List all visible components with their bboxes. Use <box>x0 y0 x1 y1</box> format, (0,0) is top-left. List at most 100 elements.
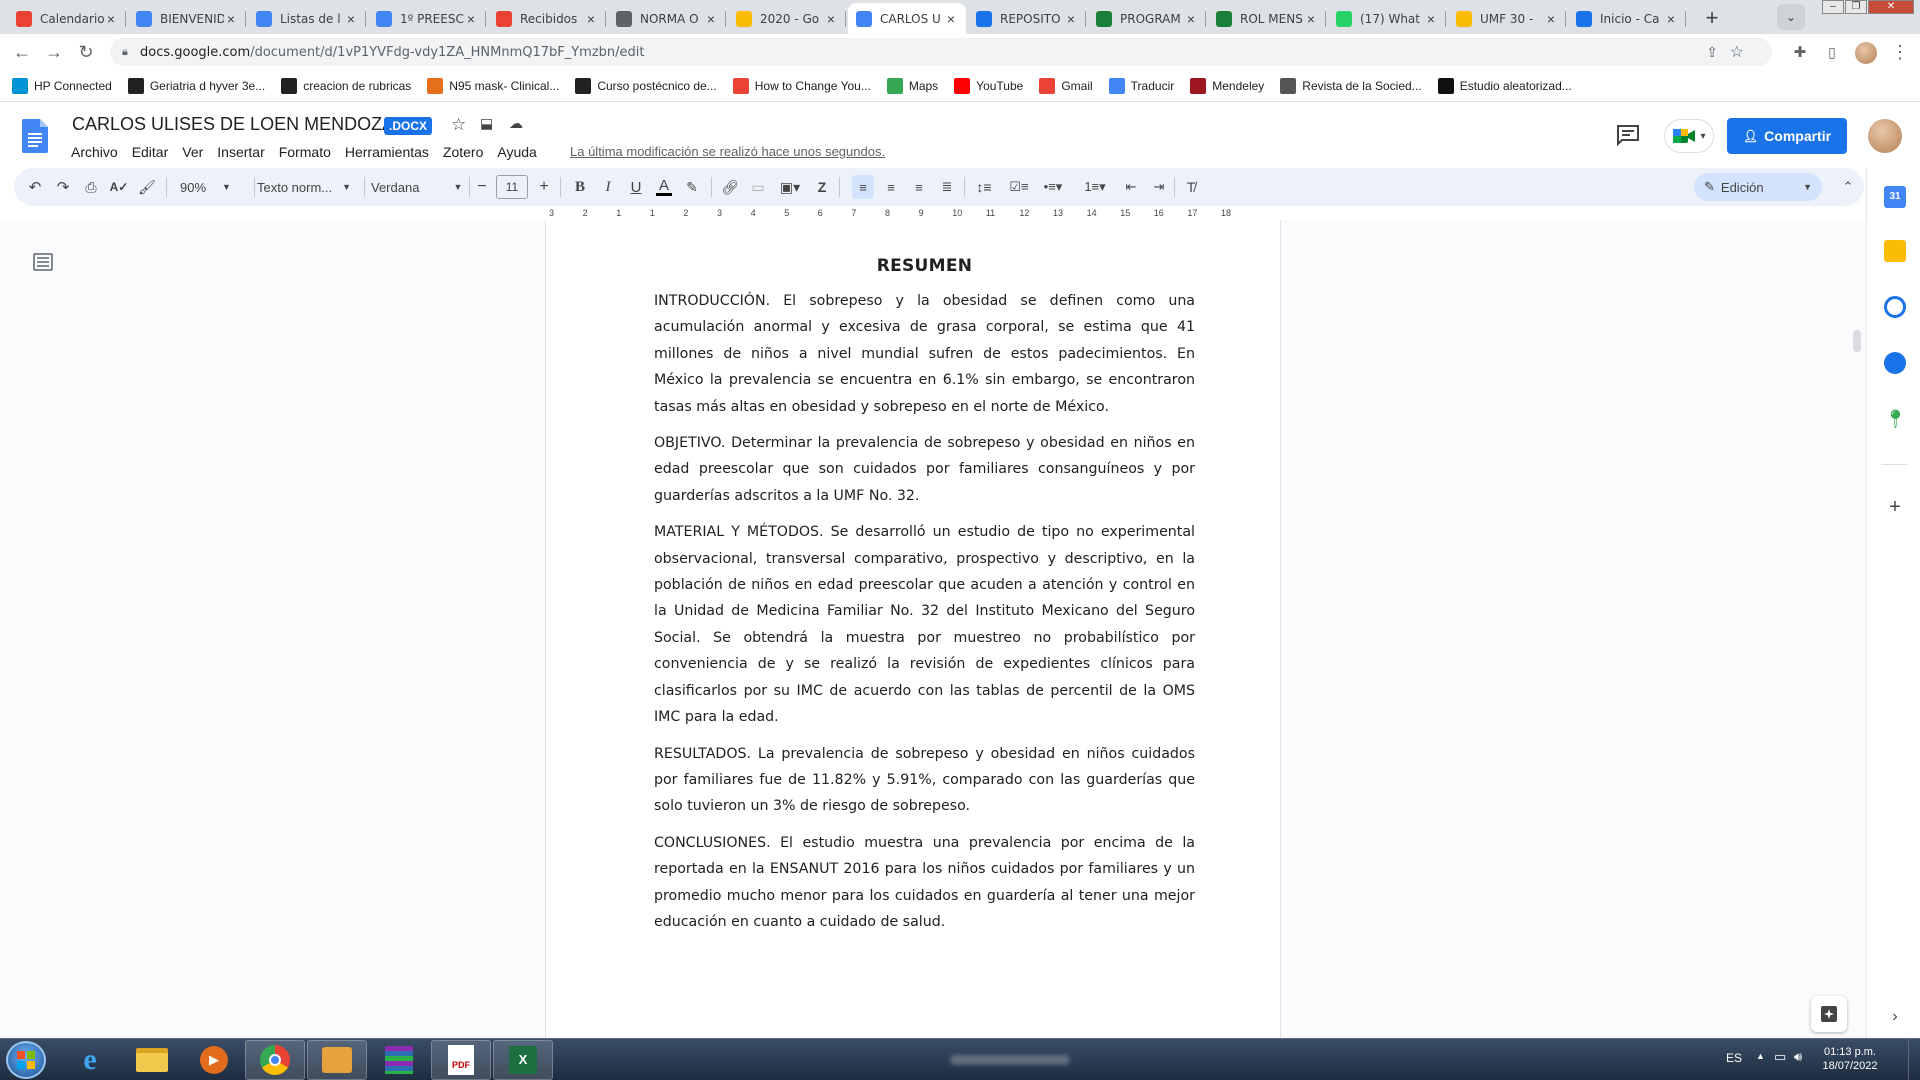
pdf-app-icon[interactable]: PDF <box>431 1040 491 1080</box>
bookmark-item[interactable]: Revista de la Socied... <box>1280 77 1422 94</box>
browser-tab[interactable]: NORMA O × <box>608 3 726 34</box>
share-page-icon[interactable]: ⇪ <box>1706 44 1718 61</box>
close-tab-icon[interactable]: × <box>1184 11 1198 27</box>
menu-item[interactable]: Ayuda <box>489 142 544 162</box>
language-indicator[interactable]: ES <box>1726 1051 1742 1065</box>
account-avatar[interactable] <box>1868 119 1902 153</box>
show-side-panel-icon[interactable]: › <box>1884 1006 1906 1028</box>
checklist-icon[interactable]: ☑≡ <box>1008 175 1030 199</box>
bookmark-item[interactable]: YouTube <box>954 77 1023 94</box>
menu-item[interactable]: Zotero <box>435 142 491 162</box>
close-tab-icon[interactable]: × <box>1424 11 1438 27</box>
insert-image-icon[interactable]: ▣▾ <box>775 175 805 199</box>
reload-button[interactable]: ↻ <box>72 38 100 66</box>
menu-item[interactable]: Insertar <box>209 142 272 162</box>
underline-icon[interactable]: U <box>625 175 647 199</box>
tray-overflow-icon[interactable]: ▲ <box>1756 1051 1765 1061</box>
numbered-list-icon[interactable]: 1≡▾ <box>1078 175 1112 199</box>
network-icon[interactable]: ▭ <box>1774 1049 1786 1065</box>
increase-indent-icon[interactable]: ⇥ <box>1148 175 1170 199</box>
windows-start-button[interactable] <box>6 1041 46 1079</box>
comment-history-icon[interactable] <box>1615 123 1641 147</box>
bookmark-item[interactable]: Geriatria d hyver 3e... <box>127 77 265 94</box>
browser-menu-icon[interactable]: ⋮ <box>1886 38 1914 66</box>
line-spacing-icon[interactable]: ↕≡ <box>972 175 996 199</box>
browser-tab[interactable]: ROL MENS × <box>1208 3 1326 34</box>
google-docs-logo-icon[interactable] <box>22 119 48 153</box>
document-outline-icon[interactable] <box>33 253 53 271</box>
bookmark-item[interactable]: HP Connected <box>12 77 112 94</box>
show-desktop-button[interactable] <box>1908 1039 1920 1080</box>
paint-format-icon[interactable]: 🖌︎ <box>136 175 158 199</box>
close-tab-icon[interactable]: × <box>104 11 118 27</box>
extensions-puzzle-icon[interactable]: ✚ <box>1786 38 1814 66</box>
editing-mode-select[interactable]: ✎ Edición ▼ <box>1694 173 1822 201</box>
share-button[interactable]: 👤︎ Compartir <box>1727 118 1847 154</box>
browser-tab[interactable]: Recibidos × <box>488 3 606 34</box>
font-size-input[interactable]: 11 <box>496 175 528 199</box>
menu-item[interactable]: Editar <box>124 142 177 162</box>
bookmark-item[interactable]: Curso postécnico de... <box>575 77 717 94</box>
bookmark-item[interactable]: Gmail <box>1039 77 1093 94</box>
volume-icon[interactable]: 🔊︎ <box>1794 1049 1802 1065</box>
bookmark-item[interactable]: How to Change You... <box>732 77 871 94</box>
side-panel-icon[interactable]: ▯ <box>1818 38 1846 66</box>
bookmark-item[interactable]: Maps <box>886 77 938 94</box>
browser-tab[interactable]: 2020 - Go × <box>728 3 846 34</box>
bookmark-star-icon[interactable]: ☆ <box>1730 42 1744 62</box>
spellcheck-icon[interactable]: A✓ <box>108 175 130 199</box>
undo-icon[interactable]: ↶ <box>24 175 46 199</box>
close-tab-icon[interactable]: × <box>944 11 958 27</box>
close-window-button[interactable]: ✕ <box>1868 0 1914 14</box>
document-body[interactable]: RESUMEN INTRODUCCIÓN. El sobrepeso y la … <box>654 256 1195 945</box>
profile-avatar[interactable] <box>1855 42 1877 64</box>
decrease-font-size-button[interactable]: − <box>472 175 492 199</box>
bulleted-list-icon[interactable]: •≡▾ <box>1036 175 1070 199</box>
close-tab-icon[interactable]: × <box>464 11 478 27</box>
close-tab-icon[interactable]: × <box>224 11 238 27</box>
star-icon[interactable]: ☆ <box>451 115 466 135</box>
bookmark-item[interactable]: creacion de rubricas <box>281 77 411 94</box>
minimize-window-button[interactable]: – <box>1822 0 1844 14</box>
close-tab-icon[interactable]: × <box>1064 11 1078 27</box>
highlight-color-icon[interactable]: ✎ <box>681 175 703 199</box>
close-tab-icon[interactable]: × <box>1664 11 1678 27</box>
menu-item[interactable]: Herramientas <box>337 142 437 162</box>
close-tab-icon[interactable]: × <box>344 11 358 27</box>
address-bar[interactable]: 🔒︎ docs.google.com/document/d/1vP1YVFdg-… <box>110 38 1772 66</box>
internet-explorer-icon[interactable]: e <box>60 1040 120 1080</box>
tasks-icon[interactable] <box>1884 296 1906 318</box>
last-edit-status[interactable]: La última modificación se realizó hace u… <box>570 144 885 159</box>
print-icon[interactable]: ⎙ <box>80 175 102 199</box>
file-explorer-icon[interactable] <box>122 1040 182 1080</box>
align-left-icon[interactable]: ≡ <box>852 175 874 199</box>
document-title[interactable]: CARLOS ULISES DE LOEN MENDOZA <box>72 114 394 135</box>
restore-window-button[interactable]: ❐ <box>1845 0 1867 14</box>
add-comment-icon[interactable]: ▭ <box>747 175 769 199</box>
tab-search-button[interactable]: ⌄ <box>1777 4 1805 30</box>
horizontal-ruler[interactable]: 3 2 1 1 2 3 4 5 6 7 8 9 10 11 12 13 14 15 16 17 18 <box>545 208 1281 218</box>
increase-font-size-button[interactable]: + <box>534 175 554 199</box>
close-tab-icon[interactable]: × <box>1544 11 1558 27</box>
browser-tab[interactable]: REPOSITO × <box>968 3 1086 34</box>
text-color-icon[interactable]: A <box>653 175 675 199</box>
zotero-citation-icon[interactable]: Z <box>811 175 833 199</box>
vertical-scrollbar[interactable] <box>1853 330 1861 352</box>
explore-button[interactable] <box>1811 996 1847 1032</box>
close-tab-icon[interactable]: × <box>584 11 598 27</box>
zoom-select[interactable]: 90% ▼ <box>180 175 250 199</box>
excel-icon[interactable]: X <box>493 1040 553 1080</box>
browser-tab[interactable]: (17) What × <box>1328 3 1446 34</box>
new-tab-button[interactable]: + <box>1698 4 1726 32</box>
browser-tab[interactable]: Listas de l × <box>248 3 366 34</box>
italic-icon[interactable]: I <box>597 175 619 199</box>
browser-tab[interactable]: BIENVENID × <box>128 3 246 34</box>
browser-tab[interactable]: UMF 30 - × <box>1448 3 1566 34</box>
align-center-icon[interactable]: ≡ <box>880 175 902 199</box>
align-justify-icon[interactable]: ≣ <box>936 175 958 199</box>
redo-icon[interactable]: ↷ <box>52 175 74 199</box>
browser-tab[interactable]: Inicio - Ca × <box>1568 3 1686 34</box>
bookmark-item[interactable]: Mendeley <box>1190 77 1264 94</box>
browser-tab[interactable]: CARLOS U × <box>848 3 966 34</box>
menu-item[interactable]: Ver <box>174 142 211 162</box>
